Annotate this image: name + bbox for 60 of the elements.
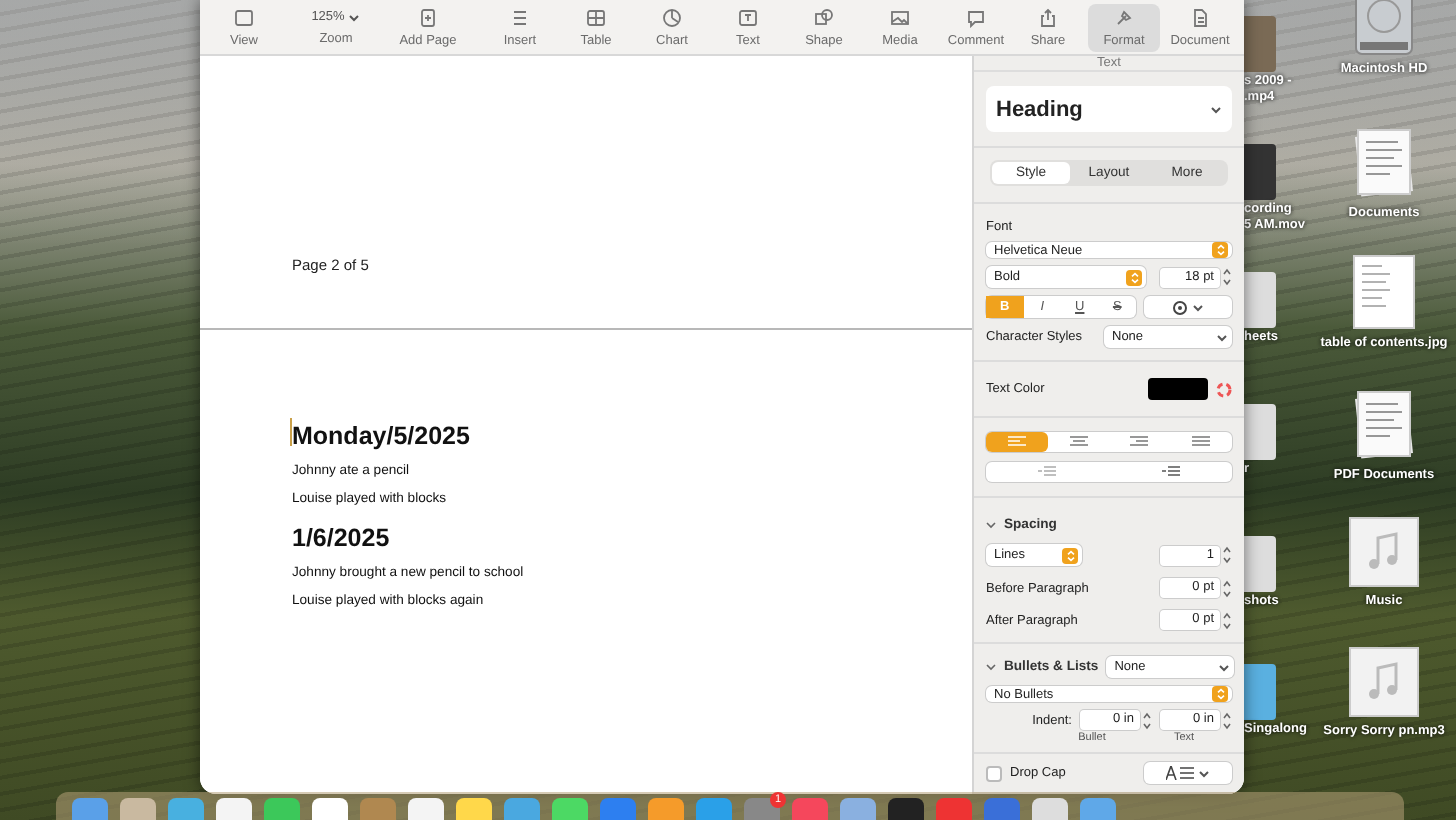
drop-cap-style-button[interactable]	[1144, 762, 1232, 784]
document-page-icon	[1352, 254, 1416, 330]
music-file-icon	[1348, 516, 1420, 588]
file-thumbnail[interactable]	[1244, 404, 1276, 460]
chevron-down-icon	[1192, 303, 1204, 311]
stepper-icon[interactable]	[1222, 579, 1232, 597]
add-page-icon	[418, 7, 438, 27]
chevron-down-icon	[1216, 333, 1228, 341]
drop-cap-icon	[1166, 766, 1194, 780]
color-wheel-icon[interactable]	[1216, 381, 1232, 397]
disclosure-chevron-icon	[986, 520, 996, 530]
shape-icon	[814, 7, 834, 27]
hard-drive-icon	[1354, 0, 1414, 56]
file-thumbnail[interactable]	[1244, 272, 1276, 328]
heading-text: 1/6/2025	[292, 524, 392, 552]
document-stack-icon	[1350, 386, 1418, 462]
disclosure-chevron-icon	[986, 662, 996, 672]
stepper-icon[interactable]	[1222, 711, 1232, 729]
document-icon	[1190, 7, 1210, 27]
indent-icon	[1161, 466, 1180, 478]
file-thumbnail[interactable]	[1244, 664, 1276, 720]
paragraph-style-popup[interactable]: Heading	[986, 86, 1232, 132]
comment-icon	[966, 7, 986, 27]
chevron-down-icon	[348, 13, 361, 21]
stepper-icon[interactable]	[1222, 546, 1232, 564]
stepper-icon[interactable]	[1142, 711, 1152, 729]
document-stack-icon	[1350, 124, 1418, 200]
view-icon	[234, 7, 254, 27]
chevron-down-icon	[1218, 663, 1231, 671]
file-thumbnail[interactable]	[1244, 536, 1276, 592]
chevron-down-icon	[1210, 105, 1222, 113]
stepper-icon[interactable]	[1222, 611, 1232, 629]
text-cursor	[290, 418, 292, 446]
popup-arrows-icon	[1126, 269, 1142, 285]
text-icon	[738, 7, 758, 27]
chart-icon	[662, 7, 682, 27]
alignment-lines-icon	[1069, 436, 1088, 448]
popup-arrows-icon	[1062, 547, 1078, 563]
alignment-lines-icon	[1007, 436, 1026, 448]
insert-icon	[510, 7, 530, 27]
stepper-icon[interactable]	[1222, 268, 1232, 286]
alignment-lines-icon	[1130, 436, 1149, 448]
format-icon	[1114, 7, 1134, 27]
checkbox[interactable]	[986, 765, 1002, 781]
table-icon	[586, 7, 606, 27]
outdent-icon	[1038, 466, 1057, 478]
chevron-down-icon	[1198, 769, 1210, 777]
popup-arrows-icon	[1212, 686, 1228, 702]
text-options-button[interactable]	[1144, 296, 1232, 318]
align-left-button[interactable]	[986, 432, 1048, 452]
share-icon	[1038, 7, 1058, 27]
music-file-icon	[1348, 646, 1420, 718]
popup-arrows-icon	[1212, 242, 1228, 258]
heading-text: Monday/5/2025	[292, 422, 472, 450]
gear-icon	[1172, 299, 1188, 315]
media-icon	[890, 7, 910, 27]
color-swatch[interactable]	[1148, 378, 1208, 400]
file-thumbnail[interactable]	[1244, 144, 1276, 200]
alignment-lines-icon	[1192, 436, 1211, 448]
file-thumbnail[interactable]	[1244, 16, 1276, 72]
